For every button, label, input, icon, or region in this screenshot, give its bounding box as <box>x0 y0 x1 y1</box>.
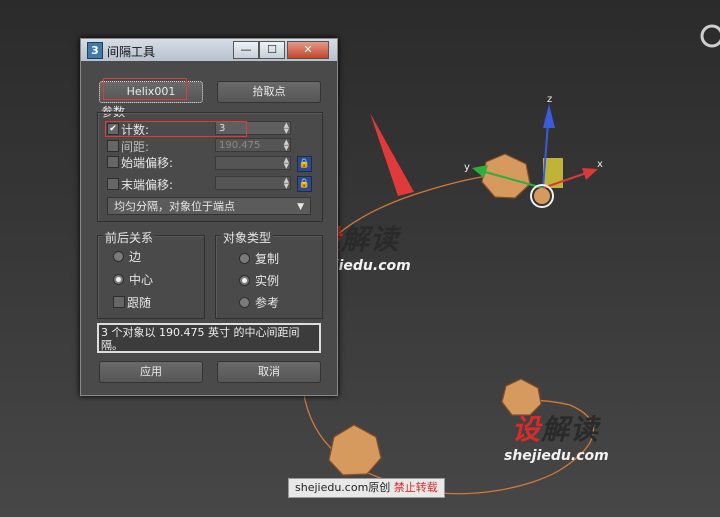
context-group-label: 前后关系 <box>103 229 156 246</box>
credit-site: shejiedu.com原创 <box>295 481 391 494</box>
watermark-2-url: shejiedu.com <box>504 448 609 464</box>
gizmo-x-label: x <box>597 159 603 170</box>
object-reference-label: 参考 <box>255 296 280 310</box>
context-center-label: 中心 <box>129 273 154 287</box>
gizmo-z-arrowhead <box>543 104 555 128</box>
watermark-2-text: 解读 <box>541 413 600 446</box>
end-offset-label: 末端偏移: <box>121 178 174 192</box>
viewcube-icon[interactable] <box>700 24 720 48</box>
object-instance-radio[interactable] <box>239 275 250 286</box>
chevron-down-icon: ▼ <box>297 202 304 212</box>
apply-button[interactable]: 应用 <box>99 361 203 383</box>
spacing-checkbox[interactable] <box>107 140 119 152</box>
start-offset-spinner-arrows[interactable]: ▲ ▼ <box>284 157 289 170</box>
watermark-2: 设解读 shejiedu.com <box>504 408 609 464</box>
start-offset-spinner[interactable]: ▲ ▼ <box>215 156 291 170</box>
icosahedron-object-3[interactable] <box>328 424 382 476</box>
credit-note: 禁止转载 <box>393 481 438 494</box>
maximize-button[interactable]: ☐ <box>259 41 285 59</box>
start-offset-checkbox[interactable] <box>107 156 119 168</box>
count-highlight <box>105 121 247 137</box>
dialog-title: 间隔工具 <box>107 45 156 59</box>
object-copy-label: 复制 <box>255 252 280 266</box>
context-edge-radio[interactable] <box>113 251 124 262</box>
start-offset-label: 始端偏移: <box>121 156 174 170</box>
start-offset-lock-icon[interactable]: 🔒 <box>297 156 312 172</box>
gizmo-center-fill <box>534 188 550 204</box>
object-reference-radio[interactable] <box>239 297 250 308</box>
close-button[interactable]: ✕ <box>287 41 329 59</box>
watermark-1-text: 解读 <box>341 223 400 256</box>
spacing-tool-dialog: 3 间隔工具 — ☐ ✕ Helix001 拾取点 参数 ✔ 计数: 3 ▲ ▼ … <box>80 38 338 396</box>
follow-label: 跟随 <box>127 296 152 310</box>
dialog-titlebar[interactable]: 3 间隔工具 — ☐ ✕ <box>81 39 337 61</box>
count-spinner-arrows[interactable]: ▲ ▼ <box>284 122 289 135</box>
object-copy-radio[interactable] <box>239 253 250 264</box>
spacing-value: 190.475 <box>219 140 261 151</box>
distribution-value: 均匀分隔，对象位于端点 <box>114 200 235 213</box>
gizmo-z-label: z <box>547 94 552 105</box>
pointer-arrow <box>370 113 414 196</box>
minimize-button[interactable]: — <box>233 41 259 59</box>
spacing-label: 间距: <box>121 140 150 154</box>
end-offset-checkbox[interactable] <box>107 178 119 190</box>
follow-checkbox[interactable] <box>113 296 125 308</box>
context-edge-label: 边 <box>129 250 142 264</box>
credit-label: shejiedu.com原创 禁止转载 <box>288 478 445 498</box>
object-type-group-label: 对象类型 <box>221 229 274 246</box>
spacing-spinner-arrows[interactable]: ▲ ▼ <box>284 139 289 152</box>
app-icon: 3 <box>87 42 103 59</box>
gizmo-x-arrowhead <box>582 168 598 180</box>
icosahedron-object-1[interactable] <box>481 153 531 199</box>
context-center-radio[interactable] <box>113 274 124 285</box>
gizmo-y-label: y <box>464 162 470 173</box>
pick-points-button[interactable]: 拾取点 <box>217 81 321 103</box>
distribution-dropdown[interactable]: 均匀分隔，对象位于端点 ▼ <box>107 197 311 215</box>
end-offset-spinner[interactable]: ▲ ▼ <box>215 176 291 190</box>
cancel-button[interactable]: 取消 <box>217 361 321 383</box>
status-text: 3 个对象以 190.475 英寸 的中心间距间隔。 <box>97 323 321 353</box>
pick-path-highlight <box>103 78 187 100</box>
end-offset-spinner-arrows[interactable]: ▲ ▼ <box>284 177 289 190</box>
spacing-spinner[interactable]: 190.475 ▲ ▼ <box>215 138 291 152</box>
watermark-2-red: 设 <box>512 413 542 446</box>
object-instance-label: 实例 <box>255 274 280 288</box>
end-offset-lock-icon[interactable]: 🔒 <box>297 176 312 192</box>
